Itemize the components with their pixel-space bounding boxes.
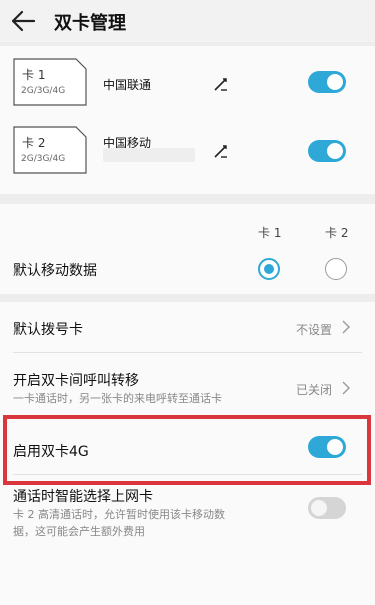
- default-data-section: 卡 1 卡 2 默认移动数据: [0, 204, 375, 294]
- data-card-2-radio[interactable]: [325, 258, 347, 280]
- smart-data-subtitle-line1: 卡 2 高清通话时，允许暂时使用该卡移动数: [13, 508, 225, 521]
- sim-card-2-network: 2G/3G/4G: [21, 154, 66, 164]
- sim-card-1-icon: 卡 1 2G/3G/4G: [13, 58, 87, 106]
- column-card-2: 卡 2: [325, 226, 349, 240]
- arrow-left-icon[interactable]: [10, 9, 36, 33]
- sim-1-carrier: 中国联通: [103, 78, 152, 92]
- sim-2-toggle[interactable]: [308, 140, 346, 162]
- redacted-number: [103, 148, 195, 162]
- divider: [13, 474, 362, 475]
- sim-card-1-label: 卡 1: [22, 68, 46, 82]
- sim-1-toggle[interactable]: [308, 71, 346, 93]
- edit-icon[interactable]: [212, 75, 230, 93]
- smart-data-toggle[interactable]: [308, 497, 346, 519]
- default-dial-title: 默认拨号卡: [13, 322, 83, 338]
- dual-4g-toggle[interactable]: [308, 436, 346, 458]
- title-bar: 双卡管理: [0, 0, 375, 42]
- call-forward-value: 已关闭: [296, 383, 333, 397]
- settings-list: 默认拨号卡 不设置 开启双卡间呼叫转移 一卡通话时，另一张卡的来电呼转至通话卡 …: [0, 302, 375, 605]
- divider: [13, 352, 362, 353]
- smart-data-subtitle-line2: 据，这可能会产生额外费用: [13, 525, 145, 538]
- edit-icon[interactable]: [212, 142, 230, 160]
- page-title: 双卡管理: [54, 13, 126, 34]
- chevron-right-icon: [342, 381, 350, 395]
- default-data-label: 默认移动数据: [13, 263, 97, 279]
- call-forward-title: 开启双卡间呼叫转移: [13, 373, 139, 389]
- column-card-1: 卡 1: [258, 226, 282, 240]
- sim-card-1-network: 2G/3G/4G: [21, 86, 66, 96]
- sim-card-2-label: 卡 2: [22, 136, 46, 150]
- divider: [13, 418, 362, 419]
- chevron-right-icon: [342, 320, 350, 334]
- sim-card-section: 卡 1 2G/3G/4G 中国联通 卡 2 2G/3G/4G 中国移动: [0, 46, 375, 194]
- sim-card-2-icon: 卡 2 2G/3G/4G: [13, 126, 87, 174]
- call-forward-subtitle: 一卡通话时，另一张卡的来电呼转至通话卡: [13, 392, 222, 405]
- dual-4g-title: 启用双卡4G: [13, 444, 89, 460]
- default-dial-value: 不设置: [296, 323, 333, 337]
- data-card-1-radio[interactable]: [258, 258, 280, 280]
- smart-data-title: 通话时智能选择上网卡: [13, 489, 153, 505]
